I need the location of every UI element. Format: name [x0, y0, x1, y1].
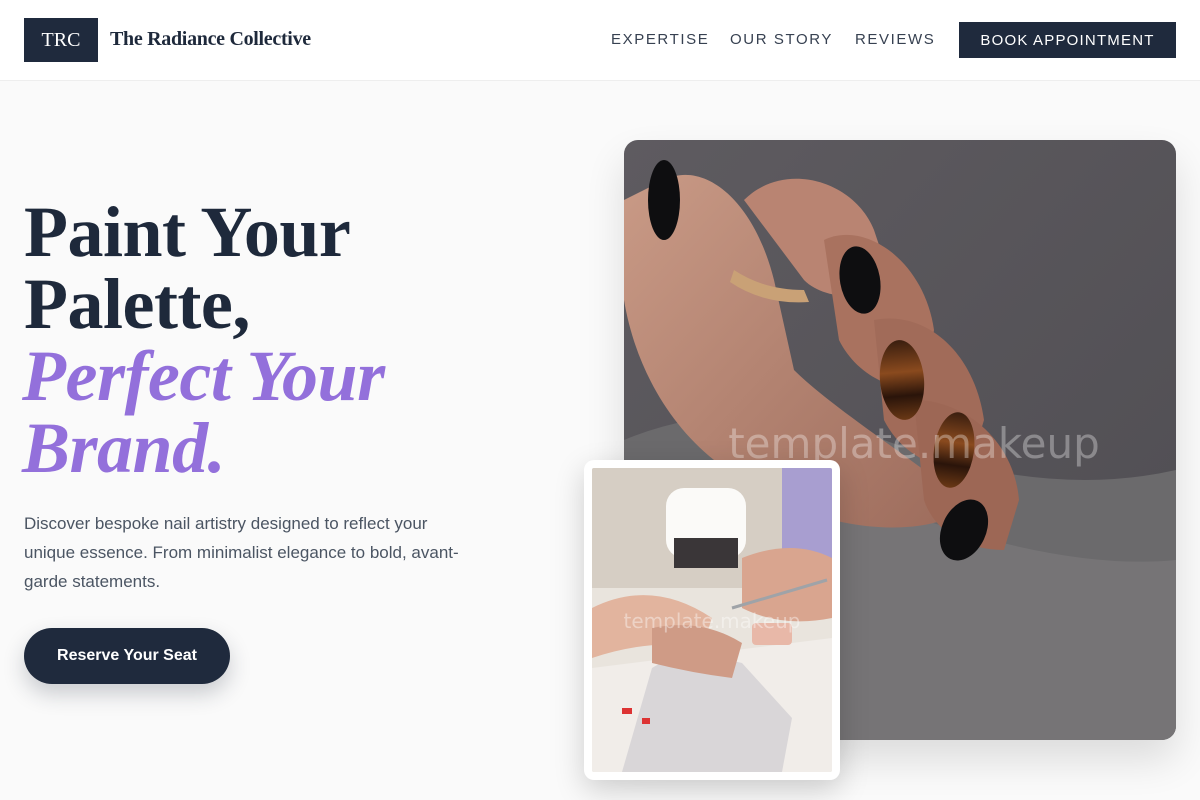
inset-photo-watermark: template.makeup — [624, 609, 801, 633]
hero-description: Discover bespoke nail artistry designed … — [24, 514, 459, 591]
logo-mark[interactable]: TRC — [24, 18, 98, 62]
reserve-seat-button[interactable]: Reserve Your Seat — [24, 628, 230, 684]
inset-photo-card: template.makeup — [584, 460, 840, 780]
nav-link-expertise[interactable]: EXPERTISE — [611, 31, 709, 48]
site-header: TRC The Radiance Collective EXPERTISE OU… — [0, 0, 1200, 81]
brand-name[interactable]: The Radiance Collective — [110, 28, 311, 51]
manicure-process-illustration: template.makeup — [592, 468, 832, 772]
nav-link-our-story[interactable]: OUR STORY — [730, 31, 833, 48]
hero-accent-line-1: Perfect Your — [22, 336, 385, 416]
hero-title: Paint Your Palette, Perfect Your Brand. — [22, 192, 385, 488]
manicure-process-photo: template.makeup — [592, 468, 832, 772]
nav-link-reviews[interactable]: REVIEWS — [855, 31, 935, 48]
hero-accent-line-2: Brand. — [22, 408, 226, 488]
hero-title-line-1: Paint Your — [24, 192, 351, 272]
hero-title-line-2: Palette, — [24, 264, 250, 344]
book-appointment-button[interactable]: BOOK APPOINTMENT — [959, 22, 1176, 58]
